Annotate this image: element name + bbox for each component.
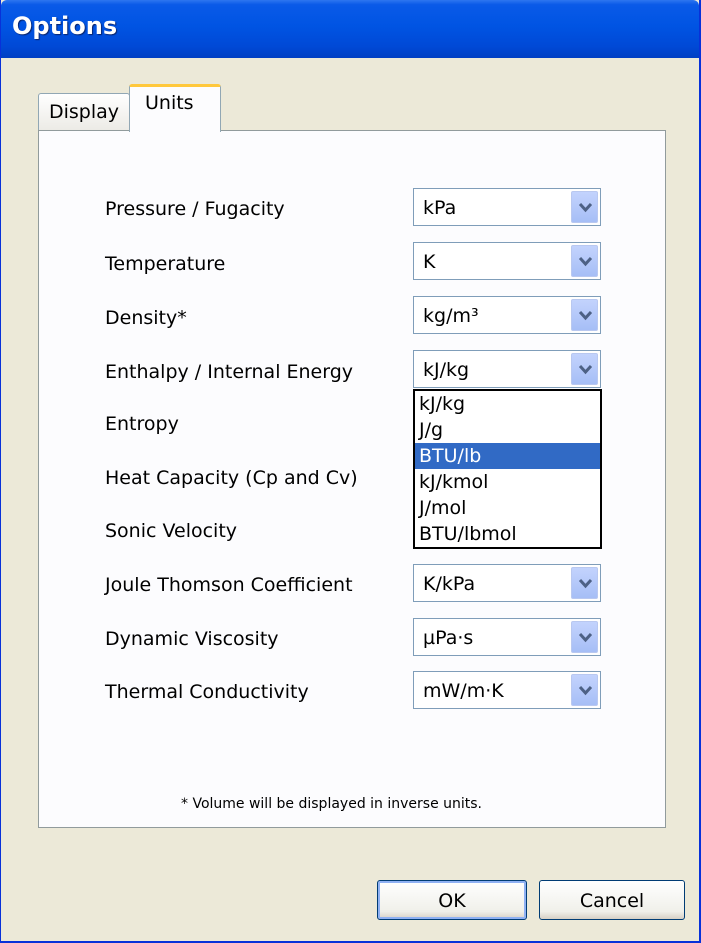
chevron-down-icon[interactable] [571,621,598,653]
chevron-down-icon[interactable] [571,191,598,223]
tab-display[interactable]: Display [38,93,130,130]
density-label: Density* [105,307,187,329]
density-value: kg/m³ [423,305,479,327]
chevron-down-icon[interactable] [571,245,598,277]
dynamic-viscosity-select[interactable]: µPa·s [413,618,601,656]
sonic-velocity-label: Sonic Velocity [105,520,238,542]
cancel-button[interactable]: Cancel [539,880,685,920]
title-bar[interactable]: Options [1,0,699,58]
window-title: Options [12,12,118,40]
tab-units-label: Units [145,92,194,114]
enthalpy-select[interactable]: kJ/kg [413,350,601,388]
ok-button[interactable]: OK [377,880,527,920]
temperature-select[interactable]: K [413,242,601,280]
dropdown-option[interactable]: kJ/kg [415,391,600,417]
dynamic-viscosity-label: Dynamic Viscosity [105,628,279,650]
chevron-down-icon[interactable] [571,567,598,599]
options-dialog: Options Display Units Pressure / Fugacit… [0,0,701,943]
enthalpy-dropdown-list[interactable]: kJ/kg J/g BTU/lb kJ/kmol J/mol BTU/lbmol [413,389,602,549]
entropy-label: Entropy [105,413,179,435]
temperature-value: K [423,251,436,273]
chevron-down-icon[interactable] [571,353,598,385]
dropdown-option[interactable]: J/mol [415,495,600,521]
volume-footnote: * Volume will be displayed in inverse un… [181,796,483,812]
thermal-conductivity-select[interactable]: mW/m·K [413,671,601,709]
pressure-select[interactable]: kPa [413,188,601,226]
joule-thomson-label: Joule Thomson Coefficient [105,574,353,596]
joule-thomson-select[interactable]: K/kPa [413,564,601,602]
dropdown-option[interactable]: BTU/lbmol [415,521,600,547]
heat-capacity-label: Heat Capacity (Cp and Cv) [105,467,358,489]
joule-thomson-value: K/kPa [423,573,476,595]
dynamic-viscosity-value: µPa·s [423,627,474,649]
chevron-down-icon[interactable] [571,299,598,331]
enthalpy-value: kJ/kg [423,359,470,381]
thermal-conductivity-value: mW/m·K [423,680,504,702]
density-select[interactable]: kg/m³ [413,296,601,334]
thermal-conductivity-label: Thermal Conductivity [105,681,309,703]
temperature-label: Temperature [105,253,226,275]
pressure-value: kPa [423,197,457,219]
dropdown-option[interactable]: kJ/kmol [415,469,600,495]
dropdown-option[interactable]: J/g [415,417,600,443]
pressure-label: Pressure / Fugacity [105,198,285,220]
dropdown-option-highlighted[interactable]: BTU/lb [415,443,600,469]
tab-display-label: Display [49,101,120,123]
enthalpy-label: Enthalpy / Internal Energy [105,361,354,383]
chevron-down-icon[interactable] [571,674,598,706]
tab-units[interactable]: Units [129,84,221,132]
